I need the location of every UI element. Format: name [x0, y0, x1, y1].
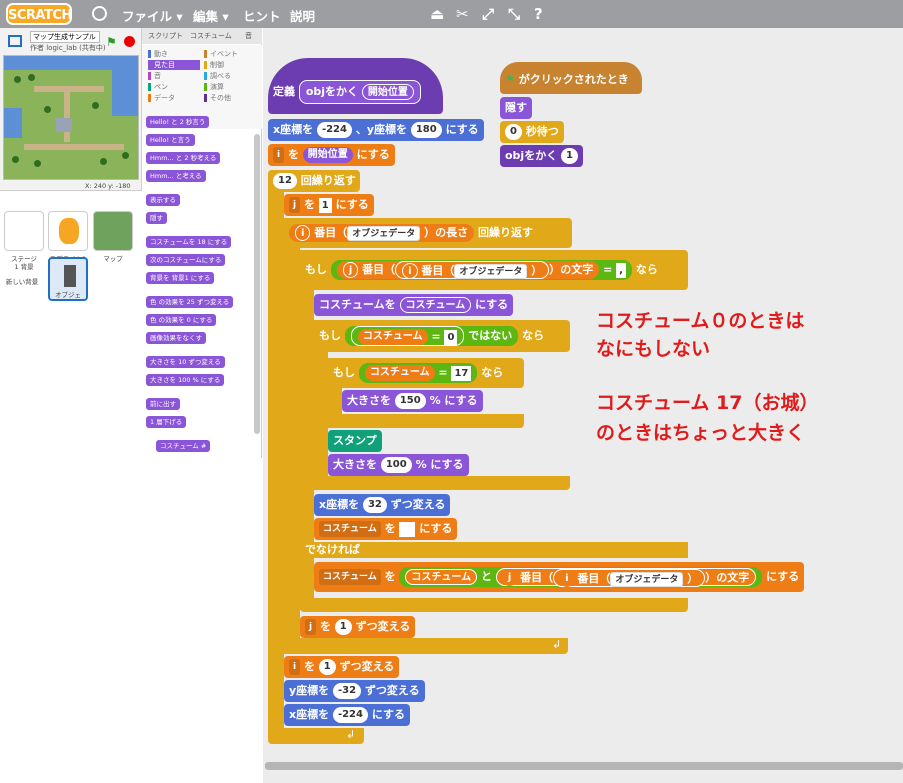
stop-icon[interactable]: [124, 36, 135, 47]
palette-change-effect[interactable]: 色 の効果を 25 ずつ変える: [146, 296, 234, 308]
category-looks[interactable]: 見た目: [148, 60, 200, 70]
category-data[interactable]: データ: [148, 93, 175, 103]
script-hscrollbar[interactable]: [265, 762, 903, 770]
scratch-logo[interactable]: SCRATCH: [6, 3, 72, 25]
stage-thumbnail[interactable]: [4, 211, 44, 251]
set-costume-var-block[interactable]: コスチューム を にする: [314, 518, 458, 540]
tab-sound[interactable]: 音: [245, 31, 252, 41]
loop-arrow-icon: ↲: [346, 728, 356, 741]
sprite-list: ステージ 1 背景 新しい背景 スプライト1 マップ オブジェ: [0, 190, 142, 458]
palette-show[interactable]: 表示する: [146, 194, 180, 206]
goto-xy-block[interactable]: x座標を -224 、y座標を 180 にする: [268, 119, 484, 141]
change-i-block[interactable]: i を 1 ずつ変える: [284, 656, 400, 678]
menu-file[interactable]: ファイル ▾: [122, 6, 183, 25]
change-j-block[interactable]: j を 1 ずつ変える: [300, 616, 416, 638]
project-title-input[interactable]: マップ生成サンプル: [30, 31, 100, 43]
category-operators[interactable]: 演算: [204, 82, 224, 92]
block-palette: スクリプト コスチューム 音 動き 見た目 音 ペン データ イベント 制御 調…: [142, 28, 262, 458]
stage-canvas[interactable]: [3, 55, 139, 180]
repeat-length-block[interactable]: i 番目（ オブジェデータ ）の長さ 回繰り返す: [284, 218, 572, 248]
stage-panel: マップ生成サンプル 作者 logic_lab (共有中) ⚑ X: 240 y:…: [0, 28, 142, 458]
palette-back[interactable]: 1 層下げる: [146, 416, 187, 428]
green-flag-icon: ⚑: [505, 73, 515, 86]
set-i-block[interactable]: i を 開始位置 にする: [268, 144, 395, 166]
palette-say[interactable]: Hello! と言う: [146, 134, 195, 146]
palette-switch-backdrop[interactable]: 背景を 背景1 にする: [146, 272, 215, 284]
category-motion[interactable]: 動き: [148, 49, 168, 59]
shrink-icon[interactable]: ⤡: [508, 5, 520, 23]
mouse-coords: X: 240 y: -180: [85, 182, 131, 190]
set-size-100-block[interactable]: 大きさを 100 % にする: [328, 454, 469, 476]
category-sensing[interactable]: 調べる: [204, 71, 231, 81]
category-pen[interactable]: ペン: [148, 82, 168, 92]
globe-icon[interactable]: [92, 6, 107, 21]
palette-set-effect[interactable]: 色 の効果を 0 にする: [146, 314, 217, 326]
menu-bar: SCRATCH ファイル ▾ 編集 ▾ ヒント 説明 ⏏ ✂ ⤢ ⤡ ?: [0, 0, 903, 28]
palette-switch-costume[interactable]: コスチュームを 18 にする: [146, 236, 232, 248]
menu-edit[interactable]: 編集 ▾: [193, 6, 229, 25]
duplicate-icon[interactable]: ⏏: [430, 5, 444, 23]
loop-arrow-icon: ↲: [552, 638, 562, 651]
set-x-block[interactable]: x座標を -224 にする: [284, 704, 410, 726]
set-j-block[interactable]: j を 1 にする: [284, 194, 374, 216]
palette-change-size[interactable]: 大きさを 10 ずつ変える: [146, 356, 225, 368]
help-icon[interactable]: ?: [534, 5, 543, 23]
else-label: でなければ: [300, 542, 688, 558]
sprite1-thumbnail[interactable]: [48, 211, 88, 251]
repeat-block[interactable]: 12 回繰り返す: [268, 170, 360, 192]
palette-think[interactable]: Hmm... と考える: [146, 170, 206, 182]
annotation-line4: のときはちょっと大きく: [596, 422, 806, 444]
category-events[interactable]: イベント: [204, 49, 238, 59]
project-author: 作者 logic_lab (共有中): [30, 44, 106, 52]
palette-next-costume[interactable]: 次のコスチュームにする: [146, 254, 226, 266]
palette-hide[interactable]: 隠す: [146, 212, 167, 224]
annotation-line3: コスチューム 17（お城）: [596, 392, 819, 414]
palette-set-size[interactable]: 大きさを 100 % にする: [146, 374, 225, 386]
map-thumbnail[interactable]: [93, 211, 133, 251]
switch-costume-block[interactable]: コスチュームを コスチューム にする: [314, 294, 514, 316]
set-size-150-block[interactable]: 大きさを 150 % にする: [342, 390, 483, 412]
when-flag-clicked-block[interactable]: ⚑ がクリックされたとき: [500, 62, 642, 94]
cat-icon: [59, 218, 79, 244]
palette-scrollbar[interactable]: [254, 134, 260, 434]
change-x-block[interactable]: x座標を 32 ずつ変える: [314, 494, 451, 516]
palette-say-for[interactable]: Hello! と 2 秒言う: [146, 116, 210, 128]
castle-icon: [56, 118, 72, 132]
palette-think-for[interactable]: Hmm... と 2 秒考える: [146, 152, 221, 164]
tab-bar: スクリプト コスチューム 音: [142, 28, 262, 44]
set-costume-join-block[interactable]: コスチューム を コスチューム と j 番目（ i 番目（ オブジェデータ ））の文…: [314, 562, 805, 592]
grow-icon[interactable]: ⤢: [482, 5, 494, 23]
fullscreen-icon[interactable]: [8, 35, 22, 47]
define-block[interactable]: 定義 objをかく 開始位置: [268, 58, 443, 114]
stamp-block[interactable]: スタンプ: [328, 430, 382, 452]
wait-block[interactable]: 0 秒待つ: [500, 121, 564, 143]
if-else-block[interactable]: もし j 番目（ i 番目（ オブジェデータ ））の文字 = , なら: [300, 250, 688, 290]
if-seventeen-block[interactable]: もし コスチューム = 17 なら: [328, 358, 524, 388]
menu-help[interactable]: 説明: [290, 6, 315, 25]
change-y-block[interactable]: y座標を -32 ずつ変える: [284, 680, 425, 702]
tab-costume[interactable]: コスチューム: [190, 31, 232, 41]
menu-hint[interactable]: ヒント: [243, 6, 281, 25]
palette-clear-effects[interactable]: 画像効果をなくす: [146, 332, 206, 344]
delete-icon[interactable]: ✂: [456, 5, 469, 23]
palette-front[interactable]: 前に出す: [146, 398, 180, 410]
tower-icon: [64, 265, 76, 287]
category-sound[interactable]: 音: [148, 71, 161, 81]
palette-costume-num[interactable]: コスチューム #: [156, 440, 211, 452]
tab-script[interactable]: スクリプト: [148, 31, 183, 41]
category-control[interactable]: 制御: [204, 60, 224, 70]
annotation-line1: コスチューム０のときは: [596, 310, 805, 332]
annotation-line2: なにもしない: [596, 338, 711, 360]
hide-block[interactable]: 隠す: [500, 97, 532, 119]
if-not-zero-block[interactable]: もし コスチューム = 0 ではない なら: [314, 320, 570, 352]
green-flag-icon[interactable]: ⚑: [106, 35, 117, 49]
call-objwokaku-block[interactable]: objをかく 1: [500, 145, 584, 167]
category-more[interactable]: その他: [204, 93, 231, 103]
